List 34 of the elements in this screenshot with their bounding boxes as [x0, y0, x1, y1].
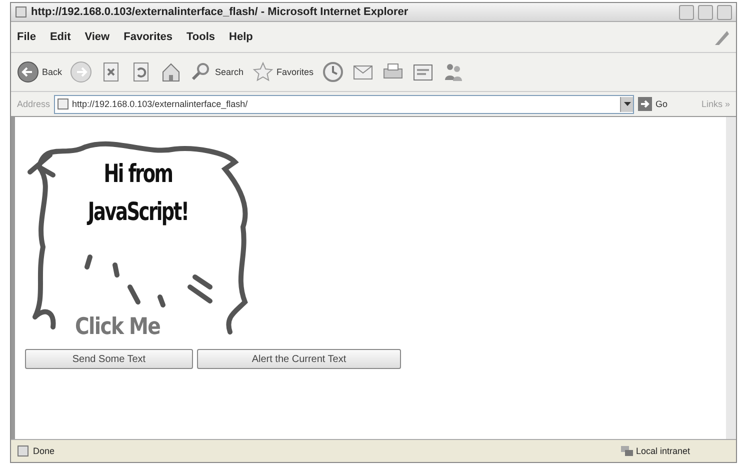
favorites-button[interactable]: Favorites	[252, 61, 314, 83]
menu-item[interactable]: Edit	[50, 31, 71, 43]
house-icon	[160, 61, 182, 83]
page-icon	[17, 445, 29, 457]
flash-message: Hi from JavaScript!	[86, 158, 190, 228]
maximize-button[interactable]	[698, 4, 713, 20]
close-button[interactable]	[717, 4, 732, 20]
click-me-button[interactable]: Click Me	[75, 313, 160, 341]
page-icon	[57, 98, 70, 110]
address-label: Address	[17, 99, 50, 109]
status-text: Done	[33, 446, 55, 456]
forward-button[interactable]	[70, 61, 92, 83]
back-button[interactable]: Back	[17, 61, 62, 83]
arrow-icon	[638, 97, 652, 111]
zone-text: Local intranet	[636, 446, 690, 456]
menu-item[interactable]: Help	[229, 31, 253, 43]
menu-item[interactable]: Tools	[186, 31, 216, 43]
home-button[interactable]	[160, 61, 182, 83]
caret-icon	[624, 102, 631, 106]
page-button[interactable]: Send Some Text	[25, 349, 193, 369]
history-button[interactable]	[322, 61, 344, 83]
star-icon	[252, 61, 274, 83]
go-button[interactable]: Go	[638, 97, 668, 111]
search-button[interactable]: Search	[190, 61, 244, 83]
dropdown-button[interactable]	[620, 96, 634, 112]
address-field[interactable]: http://192.168.0.103/externalinterface_flash/	[54, 94, 634, 114]
menu-item[interactable]: View	[84, 31, 110, 43]
menu-item[interactable]: File	[17, 31, 36, 43]
network-icon	[620, 445, 634, 457]
clock-icon	[322, 61, 344, 83]
menu-item[interactable]: Favorites	[124, 31, 173, 43]
minimize-button[interactable]	[679, 4, 694, 20]
page-button[interactable]: Alert the Current Text	[197, 349, 401, 369]
window-title: http://192.168.0.103/externalinterface_flash/ - Microsoft Internet Explorer	[31, 6, 410, 18]
